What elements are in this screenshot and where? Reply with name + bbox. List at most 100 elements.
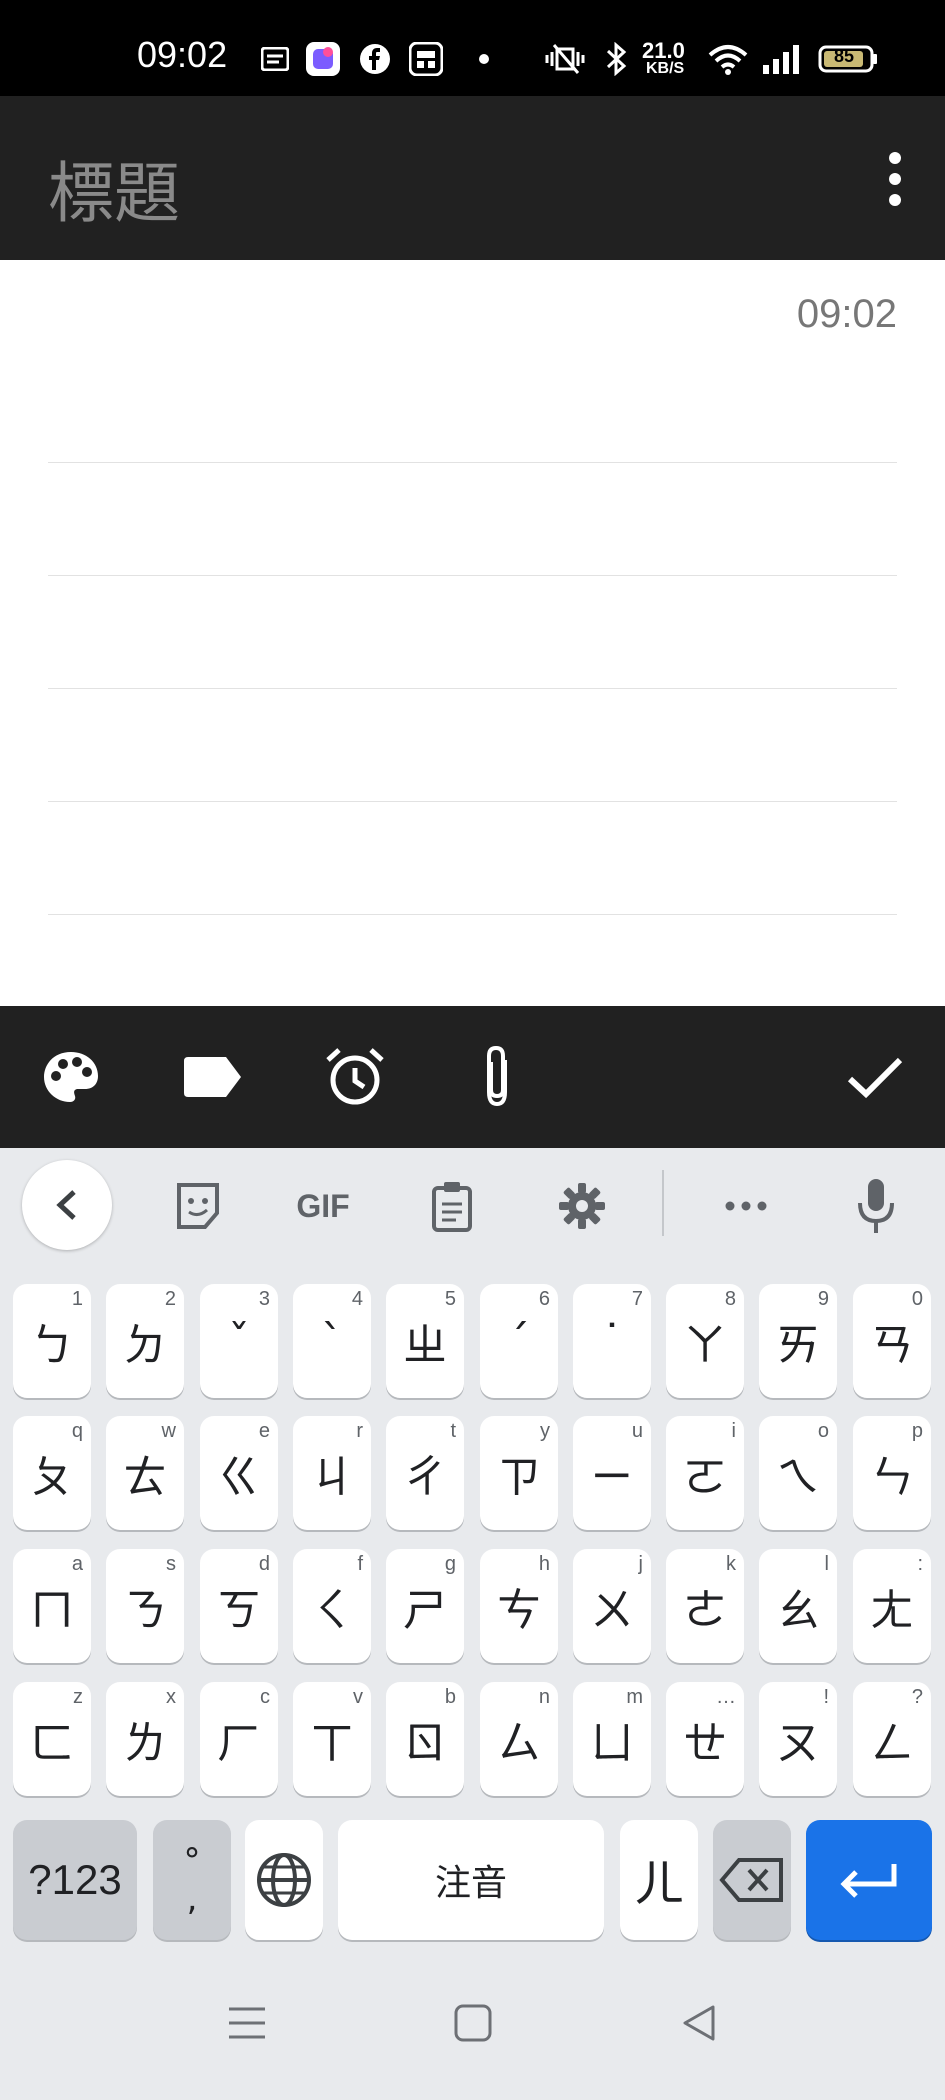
zhuyin-key[interactable]: ㄘh [480, 1549, 558, 1663]
label-tag-icon [184, 1057, 241, 1097]
more-vertical-icon [889, 152, 901, 206]
zhuyin-key[interactable]: ㄆq [13, 1416, 91, 1530]
zhuyin-key[interactable]: ㄓ5 [386, 1284, 464, 1398]
key-label: ㄗ [497, 1452, 541, 1503]
more-keyboard-options-button[interactable] [716, 1176, 776, 1236]
back-button[interactable] [674, 1998, 724, 2048]
vibrate-mute-icon [542, 42, 588, 76]
er-key[interactable]: ㄦ [620, 1820, 698, 1940]
zhuyin-key[interactable]: ㄇa [13, 1549, 91, 1663]
label-button[interactable] [178, 1042, 248, 1112]
zhuyin-key[interactable]: ㄍe [200, 1416, 278, 1530]
zhuyin-key[interactable]: ㄉ2 [106, 1284, 184, 1398]
key-label: ㄙ [497, 1718, 541, 1769]
keyboard-back-button[interactable] [22, 1160, 112, 1250]
zhuyin-key[interactable]: ㄈz [13, 1682, 91, 1796]
zhuyin-key[interactable]: ㄩm [573, 1682, 651, 1796]
punctuation-key[interactable]: ° , [153, 1820, 231, 1940]
key-hint: d [258, 1553, 270, 1575]
language-switch-key[interactable] [245, 1820, 323, 1940]
key-hint: 5 [444, 1288, 456, 1310]
key-hint: z [73, 1686, 83, 1708]
zhuyin-key[interactable]: ㄊw [106, 1416, 184, 1530]
zhuyin-key[interactable]: ㄣp [853, 1416, 931, 1530]
zhuyin-key[interactable]: ㄕg [386, 1549, 464, 1663]
enter-key[interactable] [806, 1820, 932, 1940]
color-palette-button[interactable] [36, 1042, 106, 1112]
sticker-button[interactable] [168, 1176, 228, 1236]
zhuyin-key[interactable]: ㄢ0 [853, 1284, 931, 1398]
home-button[interactable] [448, 1998, 498, 2048]
zhuyin-key[interactable]: ˋ4 [293, 1284, 371, 1398]
app-notification-icon [305, 42, 341, 76]
voice-input-button[interactable] [846, 1176, 906, 1236]
zhuyin-key[interactable]: ㄗy [480, 1416, 558, 1530]
key-label: ㄜ [683, 1585, 727, 1636]
more-options-button[interactable] [885, 150, 905, 208]
zhuyin-key[interactable]: ㄚ8 [666, 1284, 744, 1398]
zhuyin-key[interactable]: ㄖb [386, 1682, 464, 1796]
zhuyin-key[interactable]: ㄔt [386, 1416, 464, 1530]
zhuyin-key[interactable]: ㄌx [106, 1682, 184, 1796]
key-label: ㄨ [590, 1585, 634, 1636]
recent-apps-button[interactable] [222, 1998, 272, 2048]
net-speed-unit: KB/S [646, 60, 685, 77]
zhuyin-key[interactable]: ㄠl [759, 1549, 837, 1663]
keyboard-settings-button[interactable] [552, 1176, 612, 1236]
key-label: ˇ [228, 1315, 250, 1367]
clipboard-button[interactable] [422, 1176, 482, 1236]
key-hint: r [356, 1420, 363, 1442]
backspace-icon [719, 1858, 783, 1902]
status-time: 09:02 [137, 34, 228, 75]
zhuyin-key[interactable]: ㄋs [106, 1549, 184, 1663]
facebook-icon [358, 42, 392, 76]
zhuyin-key[interactable]: ㄜk [666, 1549, 744, 1663]
zhuyin-key[interactable]: ㄥ? [853, 1682, 931, 1796]
note-body[interactable]: 09:02 [0, 260, 945, 1006]
alarm-clock-icon [326, 1048, 384, 1105]
key-label: ㄕ [403, 1585, 447, 1636]
zhuyin-key[interactable]: ㄝ… [666, 1682, 744, 1796]
zhuyin-key[interactable]: ˙ 7 [573, 1284, 651, 1398]
key-label: ㄟ [776, 1452, 820, 1503]
zhuyin-key[interactable]: ㄏc [200, 1682, 278, 1796]
zhuyin-key[interactable]: ㄨj [573, 1549, 651, 1663]
key-label: ㄊ [123, 1452, 167, 1503]
chevron-left-icon [56, 1190, 76, 1220]
key-label: ㄐ [310, 1452, 354, 1503]
zhuyin-key[interactable]: ㄞ9 [759, 1284, 837, 1398]
zhuyin-key[interactable]: ㄑf [293, 1549, 371, 1663]
zhuyin-key[interactable]: ㄧu [573, 1416, 651, 1530]
gif-button[interactable]: GIF [288, 1176, 358, 1236]
key-hint: x [166, 1686, 176, 1708]
zhuyin-key[interactable]: ㄤ: [853, 1549, 931, 1663]
reminder-button[interactable] [320, 1042, 390, 1112]
symbols-key[interactable]: ?123 [13, 1820, 137, 1940]
zhuyin-key[interactable]: ㄙn [480, 1682, 558, 1796]
backspace-key[interactable] [713, 1820, 791, 1940]
zhuyin-key[interactable]: ㄎd [200, 1549, 278, 1663]
space-key[interactable]: 注音 [338, 1820, 604, 1940]
zhuyin-key[interactable]: ˇ3 [200, 1284, 278, 1398]
zhuyin-key[interactable]: ㄐr [293, 1416, 371, 1530]
zhuyin-key[interactable]: ㄡ! [759, 1682, 837, 1796]
key-label: ㄈ [30, 1718, 74, 1769]
key-hint: 1 [71, 1288, 83, 1310]
key-hint: ! [823, 1686, 829, 1708]
attach-button[interactable] [462, 1042, 532, 1112]
enter-arrow-icon [840, 1864, 897, 1898]
key-hint: p [911, 1420, 923, 1442]
done-button[interactable] [840, 1042, 910, 1112]
zhuyin-key[interactable]: ㄅ1 [13, 1284, 91, 1398]
zhuyin-key[interactable]: ㄒv [293, 1682, 371, 1796]
key-label: ㄇ [30, 1585, 74, 1636]
key-label: ˊ [508, 1315, 530, 1367]
zhuyin-key[interactable]: ㄟo [759, 1416, 837, 1530]
key-hint: q [71, 1420, 83, 1442]
keyboard: GIF ㄅ 1 ㄉ 2 ˇ 3 ˋ 4 ㄓ 5 ˊ 6 ˙ 7 ㄚ 8 ㄞ 9 ㄢ 0 ㄆ q ㄊ w ㄍ e ㄐ r ㄔ t ㄗ y ㄧ u ㄛ i… [0, 1148, 945, 1948]
key-hint: g [444, 1553, 456, 1575]
zhuyin-key[interactable]: ㄛi [666, 1416, 744, 1530]
note-title-field[interactable]: 標題 [48, 140, 180, 236]
zhuyin-key[interactable]: ˊ6 [480, 1284, 558, 1398]
message-icon [260, 42, 290, 76]
